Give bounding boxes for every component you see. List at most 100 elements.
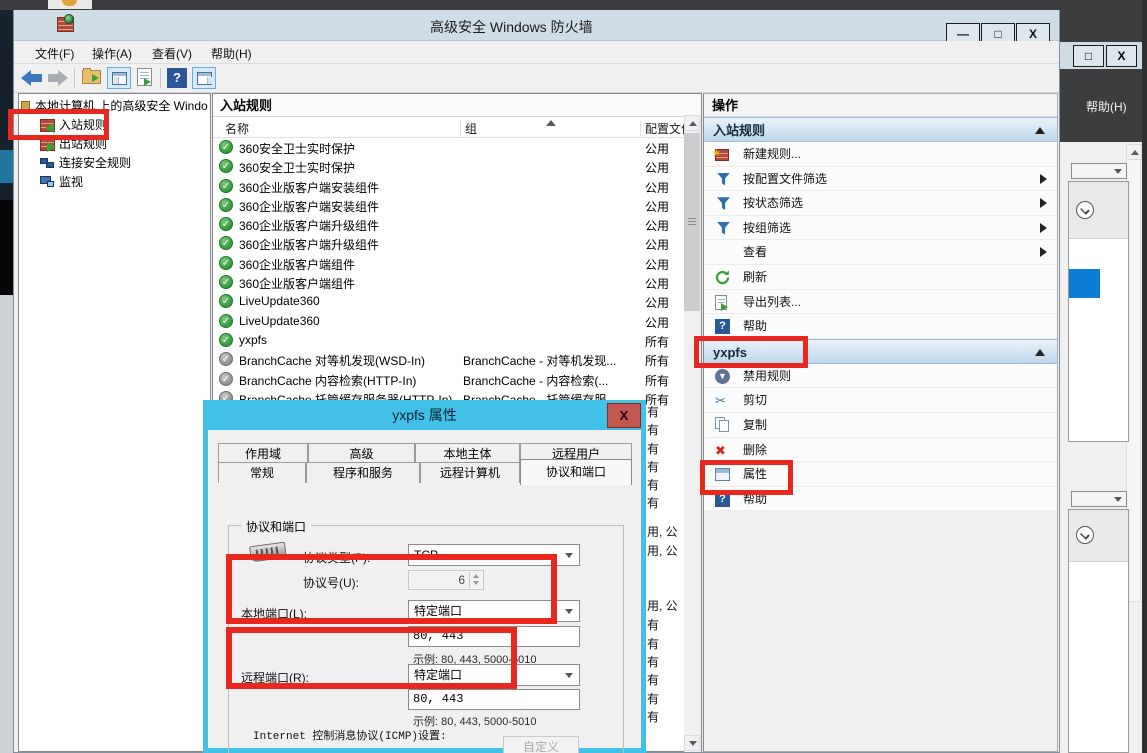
dropdown-arrow-icon (1114, 169, 1122, 174)
profile-fragment: 有 (647, 421, 683, 436)
rule-profile: 公用 (645, 236, 669, 253)
rule-row[interactable]: ✓ 360企业版客户端升级组件 公用 (213, 234, 701, 253)
background-pane-header (1069, 510, 1128, 562)
tree-item-connection-security[interactable]: 连接安全规则 (19, 154, 210, 173)
annotation-box-inbound-rules (8, 109, 109, 140)
export-list-icon[interactable] (137, 68, 152, 86)
dropdown-arrow-icon (1114, 497, 1122, 502)
list-scroll-down-button[interactable] (684, 735, 700, 751)
scroll-up-button[interactable] (1126, 144, 1142, 160)
export-folder-icon[interactable] (82, 70, 101, 84)
tree-item-monitoring[interactable]: 监视 (19, 173, 210, 192)
collapse-icon[interactable] (1035, 349, 1045, 356)
menu-view[interactable]: 查看(V) (152, 45, 192, 62)
selected-item-fragment[interactable] (1069, 269, 1100, 298)
action-view[interactable]: 查看 (704, 240, 1057, 265)
list-scrollbar-thumb[interactable] (684, 133, 700, 311)
rule-row[interactable]: ✓ 360企业版客户端升级组件 公用 (213, 215, 701, 234)
profile-fragment: 用, 公 (647, 542, 683, 557)
filter-icon (717, 197, 730, 210)
menu-action[interactable]: 操作(A) (92, 45, 132, 62)
console-tree-toggle-icon[interactable] (107, 67, 131, 89)
rule-row[interactable]: ✓ LiveUpdate360 公用 (213, 312, 701, 331)
close-button[interactable]: X (1106, 45, 1137, 67)
rule-enabled-icon: ✓ (219, 236, 233, 250)
rule-name: 360企业版客户端组件 (239, 256, 355, 273)
profile-fragment: 有 (647, 708, 683, 723)
rule-row[interactable]: ✓ 360企业版客户端安装组件 公用 (213, 196, 701, 215)
annotation-box-remote-port (226, 627, 517, 689)
action-label: 新建规则... (743, 147, 801, 161)
rule-group: BranchCache - 对等机发现... (463, 352, 616, 369)
column-group[interactable]: 组 (465, 120, 477, 137)
tab-advanced[interactable]: 高级 (308, 443, 415, 463)
tab-scope[interactable]: 作用域 (218, 443, 308, 463)
collapsed-dropdown[interactable] (1071, 163, 1127, 179)
column-name[interactable]: 名称 (225, 120, 249, 137)
rule-profile: 公用 (645, 140, 669, 157)
rule-row[interactable]: ✓ 360企业版客户端组件 公用 (213, 273, 701, 292)
action-pane-toggle-icon[interactable] (192, 67, 216, 89)
profile-fragment: 有 (647, 653, 683, 668)
action-refresh[interactable]: 刷新 (704, 265, 1057, 290)
action-export-list[interactable]: 导出列表... (704, 290, 1057, 315)
rule-name: 360企业版客户端安装组件 (239, 179, 379, 196)
column-profile[interactable]: 配置文件 (645, 120, 685, 137)
rule-disabled-icon: ✓ (219, 352, 233, 366)
maximize-button[interactable]: □ (1073, 45, 1104, 67)
rule-row[interactable]: ✓ BranchCache 内容检索(HTTP-In) BranchCache … (213, 370, 701, 389)
rule-row[interactable]: ✓ BranchCache 对等机发现(WSD-In) BranchCache … (213, 350, 701, 369)
help-menu-item[interactable]: 帮助(H) (1086, 98, 1127, 115)
chevron-down-icon[interactable] (1076, 201, 1094, 219)
action-label: 导出列表... (743, 295, 801, 309)
remote-port-example: 示例: 80, 443, 5000-5010 (413, 713, 537, 729)
action-label: 复制 (743, 418, 767, 432)
action-label: 剪切 (743, 393, 767, 407)
action-cut[interactable]: ✂ 剪切 (704, 388, 1057, 413)
dialog-close-button[interactable]: X (607, 403, 641, 428)
forward-arrow-icon[interactable] (46, 68, 68, 88)
action-label: 按状态筛选 (743, 196, 803, 210)
rule-row[interactable]: ✓ 360安全卫士实时保护 公用 (213, 138, 701, 157)
rule-enabled-icon: ✓ (219, 333, 233, 347)
remote-port-input[interactable]: 80, 443 (408, 689, 580, 710)
action-filter-by-group[interactable]: 按组筛选 (704, 216, 1057, 241)
actions-section-inbound-rules[interactable]: 入站规则 (704, 117, 1057, 142)
tab-protocols-ports[interactable]: 协议和端口 (520, 459, 632, 485)
rule-row[interactable]: ✓ 360安全卫士实时保护 公用 (213, 157, 701, 176)
refresh-icon (715, 270, 731, 285)
dropdown-arrow-icon (565, 553, 573, 558)
titlebar[interactable]: 高级安全 Windows 防火墙 — □ X (14, 10, 1059, 41)
action-filter-by-profile[interactable]: 按配置文件筛选 (704, 167, 1057, 192)
rule-row[interactable]: ✓ 360企业版客户端组件 公用 (213, 254, 701, 273)
tab-remote-computers[interactable]: 远程计算机 (420, 462, 520, 483)
dropdown-arrow-icon (565, 673, 573, 678)
action-delete[interactable]: ✖ 删除 (704, 438, 1057, 463)
help-toolbar-icon[interactable]: ? (167, 68, 187, 88)
annotation-box-yxpfs (694, 336, 808, 368)
action-copy[interactable]: 复制 (704, 413, 1057, 438)
action-filter-by-state[interactable]: 按状态筛选 (704, 191, 1057, 216)
tab-general[interactable]: 常规 (218, 462, 306, 483)
tab-programs-services[interactable]: 程序和服务 (306, 462, 420, 483)
action-new-rule[interactable]: ★ 新建规则... (704, 142, 1057, 167)
section-header-label: 入站规则 (713, 123, 765, 138)
rule-enabled-icon: ✓ (219, 198, 233, 212)
filter-icon (717, 222, 730, 235)
rule-profile: 所有 (645, 352, 669, 369)
menu-help[interactable]: 帮助(H) (211, 45, 252, 62)
rule-row[interactable]: ✓ LiveUpdate360 公用 (213, 292, 701, 311)
back-arrow-icon[interactable] (21, 68, 43, 88)
chevron-down-icon[interactable] (1076, 526, 1094, 544)
menu-file[interactable]: 文件(F) (35, 45, 74, 62)
tab-local-principals[interactable]: 本地主体 (415, 443, 520, 463)
list-scroll-up-button[interactable] (684, 115, 700, 131)
rule-disabled-icon: ✓ (219, 372, 233, 386)
collapsed-dropdown[interactable] (1071, 491, 1127, 507)
profile-fragment: 有 (647, 403, 683, 418)
rule-row[interactable]: ✓ 360企业版客户端安装组件 公用 (213, 177, 701, 196)
collapse-icon[interactable] (1035, 127, 1045, 134)
dialog-title[interactable]: yxpfs 属性 (203, 400, 646, 430)
rule-row-yxpfs[interactable]: ✓ yxpfs 所有 (213, 331, 701, 350)
customize-button[interactable]: 自定义 (503, 736, 579, 753)
